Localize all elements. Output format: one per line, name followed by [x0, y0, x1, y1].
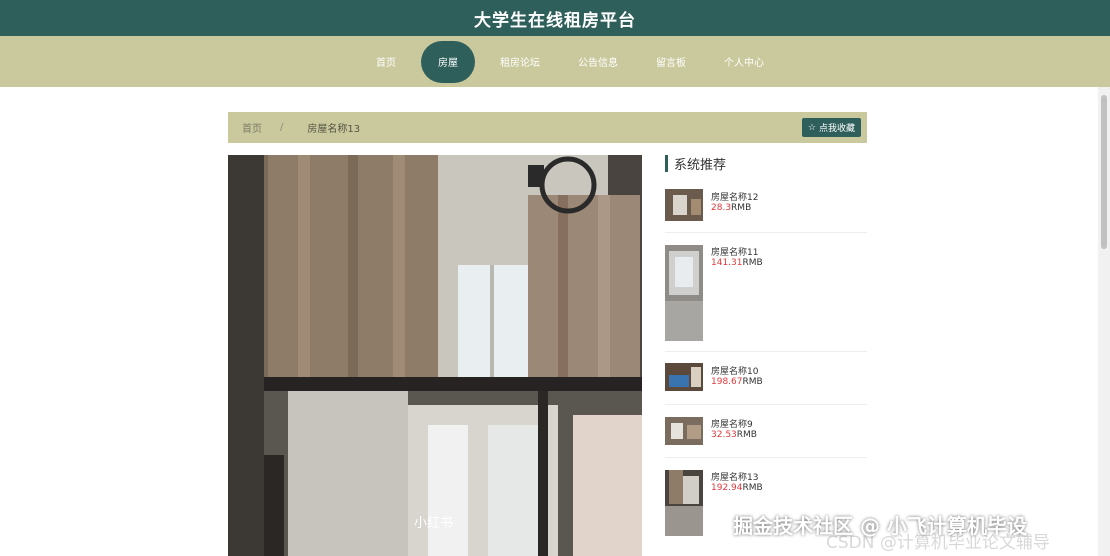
house-thumbnail[interactable] [665, 245, 703, 341]
breadcrumb-separator: / [280, 122, 284, 133]
list-item[interactable]: 房屋名称11 141.31RMB [665, 233, 867, 352]
nav-item-notices[interactable]: 公告信息 [578, 54, 618, 69]
house-thumbnail-image [665, 417, 703, 445]
price-value: 141.31 [711, 258, 743, 268]
price-value: 32.53 [711, 430, 737, 440]
breadcrumb: 首页 / 房屋名称13 ☆ 点我收藏 [228, 112, 867, 143]
house-thumbnail-image [665, 363, 703, 391]
house-photo-image: 小红书 [228, 155, 642, 556]
nav-item-profile[interactable]: 个人中心 [724, 54, 764, 69]
house-thumbnail-image [665, 470, 703, 536]
recommend-title: 系统推荐 [665, 155, 726, 173]
house-thumbnail-image [665, 245, 703, 341]
star-icon: ☆ [807, 122, 816, 133]
breadcrumb-home[interactable]: 首页 [242, 120, 262, 135]
site-header: 大学生在线租房平台 [0, 0, 1110, 36]
nav-item-home[interactable]: 首页 [376, 54, 396, 69]
price-unit: RMB [736, 430, 757, 440]
house-thumbnail[interactable] [665, 470, 703, 536]
house-price: 28.3RMB [711, 203, 751, 213]
house-name[interactable]: 房屋名称13 [711, 470, 758, 483]
site-title: 大学生在线租房平台 [474, 10, 636, 31]
price-unit: RMB [731, 203, 752, 213]
svg-text:小红书: 小红书 [414, 515, 453, 531]
price-value: 198.67 [711, 377, 743, 387]
list-item[interactable]: 房屋名称10 198.67RMB [665, 352, 867, 405]
favorite-label: 点我收藏 [818, 124, 855, 134]
nav-item-messages[interactable]: 留言板 [656, 54, 686, 69]
favorite-button[interactable]: ☆ 点我收藏 [801, 118, 861, 137]
house-thumbnail[interactable] [665, 417, 703, 445]
price-value: 192.94 [711, 483, 743, 493]
page-scrollbar[interactable] [1098, 87, 1110, 556]
house-name[interactable]: 房屋名称9 [711, 417, 753, 430]
house-price: 192.94RMB [711, 483, 763, 493]
price-unit: RMB [742, 258, 763, 268]
house-price: 141.31RMB [711, 258, 763, 268]
house-thumbnail[interactable] [665, 363, 703, 391]
house-price: 198.67RMB [711, 377, 763, 387]
house-name[interactable]: 房屋名称12 [711, 190, 758, 203]
breadcrumb-current: 房屋名称13 [307, 124, 361, 135]
main-nav: 首页 房屋 租房论坛 公告信息 留言板 个人中心 [0, 36, 1110, 87]
nav-item-forum[interactable]: 租房论坛 [500, 54, 540, 69]
nav-item-houses[interactable]: 房屋 [421, 40, 475, 83]
house-thumbnail[interactable] [665, 189, 703, 221]
house-photo: 小红书 [228, 155, 642, 556]
house-name[interactable]: 房屋名称11 [711, 245, 758, 258]
house-name[interactable]: 房屋名称10 [711, 364, 758, 377]
house-price: 32.53RMB [711, 430, 757, 440]
recommend-list: 房屋名称12 28.3RMB 房屋名称11 141.31RMB 房屋名称10 1… [665, 181, 867, 548]
juejin-watermark: 掘金技术社区 @ 小飞计算机毕设 [733, 514, 1027, 538]
list-item[interactable]: 房屋名称9 32.53RMB [665, 405, 867, 458]
house-thumbnail-image [665, 189, 703, 221]
price-value: 28.3 [711, 203, 732, 213]
scrollbar-thumb[interactable] [1101, 95, 1107, 249]
list-item[interactable]: 房屋名称12 28.3RMB [665, 181, 867, 233]
price-unit: RMB [742, 377, 763, 387]
price-unit: RMB [742, 483, 763, 493]
